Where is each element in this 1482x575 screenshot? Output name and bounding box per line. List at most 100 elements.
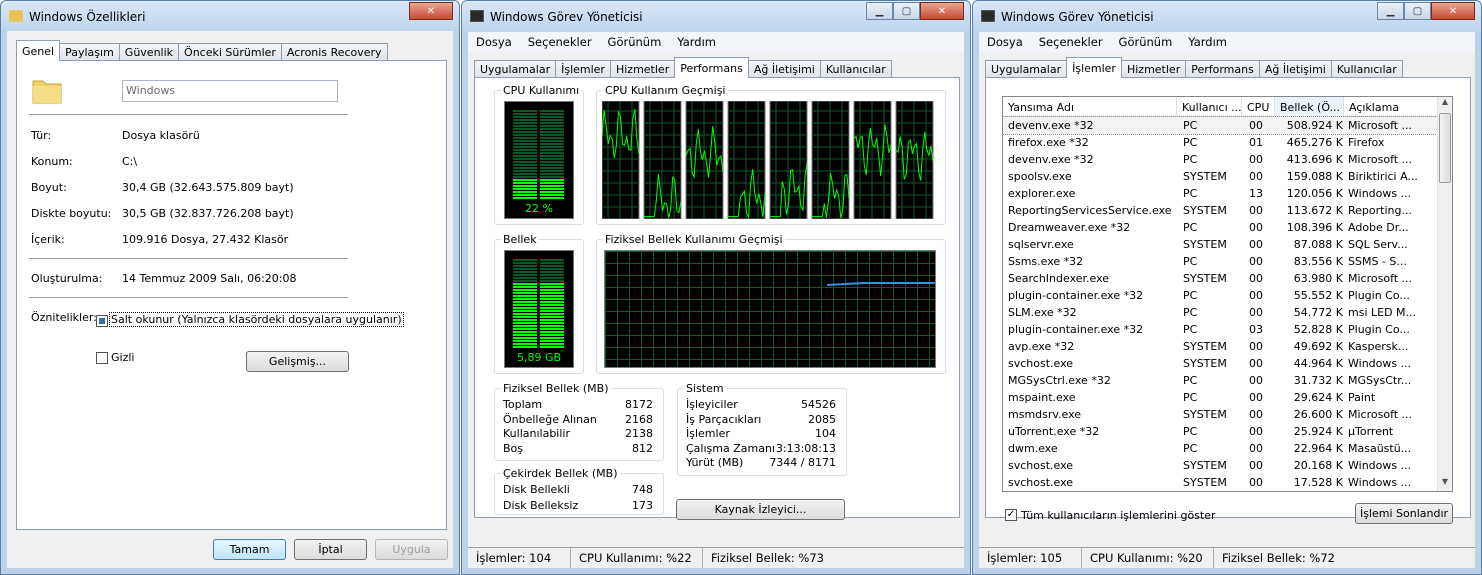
show-all-users-label[interactable]: Tüm kullanıcıların işlemlerini göster xyxy=(1021,509,1216,522)
table-row[interactable]: plugin-container.exe *32 PC 03 52.828 K Plug… xyxy=(1003,321,1439,338)
process-description: msi LED M... xyxy=(1348,306,1417,319)
menu-options[interactable]: Seçenekler xyxy=(1039,35,1103,49)
memory-meter-segment xyxy=(513,286,537,288)
show-all-users-checkbox[interactable]: ✓ xyxy=(1005,509,1017,521)
col-user[interactable]: Kullanıcı ... xyxy=(1177,97,1242,117)
tab-processes[interactable]: İşlemler xyxy=(555,60,611,78)
tab-services[interactable]: Hizmetler xyxy=(1120,60,1187,78)
tab-security[interactable]: Güvenlik xyxy=(118,43,180,61)
table-row[interactable]: explorer.exe PC 13 120.056 K Windows ... xyxy=(1003,185,1439,202)
properties-window: Windows Özellikleri ✕ Genel Paylaşım Güv… xyxy=(0,0,460,575)
process-user: SYSTEM xyxy=(1183,272,1227,285)
menu-file[interactable]: Dosya xyxy=(987,35,1023,49)
tab-users[interactable]: Kullanıcılar xyxy=(1330,60,1403,78)
col-cpu[interactable]: CPU xyxy=(1242,97,1275,117)
menu-help[interactable]: Yardım xyxy=(1188,35,1227,49)
col-memory[interactable]: Bellek (Ö... xyxy=(1275,97,1344,117)
tab-networking[interactable]: Ağ İletişimi xyxy=(747,60,821,78)
scroll-down-arrow-icon[interactable]: ▼ xyxy=(1438,477,1452,491)
close-button[interactable]: ✕ xyxy=(409,2,453,20)
system-title: Sistem xyxy=(684,382,726,395)
menu-view[interactable]: Görünüm xyxy=(608,35,662,49)
vertical-scrollbar[interactable]: ▲ ▼ xyxy=(1437,97,1452,491)
titlebar[interactable]: Windows Görev Yöneticisi ▁ ▢ ✕ xyxy=(462,1,970,31)
tab-processes[interactable]: İşlemler xyxy=(1066,57,1122,78)
hidden-checkbox[interactable] xyxy=(96,352,108,364)
table-row[interactable]: plugin-container.exe *32 PC 00 55.552 K Plug… xyxy=(1003,287,1439,304)
cpu-meter-segment xyxy=(540,137,564,139)
minimize-button[interactable]: ▁ xyxy=(1377,2,1404,20)
table-row[interactable]: SLM.exe *32 PC 00 54.772 K msi LED M... xyxy=(1003,304,1439,321)
col-description[interactable]: Açıklama xyxy=(1344,97,1439,117)
table-row[interactable]: SearchIndexer.exe SYSTEM 00 63.980 K Microso… xyxy=(1003,270,1439,287)
resource-monitor-button[interactable]: Kaynak İzleyici... xyxy=(676,499,845,520)
table-row[interactable]: devenv.exe *32 PC 00 413.696 K Microsoft ... xyxy=(1003,151,1439,168)
readonly-checkbox[interactable] xyxy=(96,315,108,327)
col-image-name[interactable]: Yansıma Adı xyxy=(1003,97,1177,117)
cpu-meter-segment xyxy=(513,116,537,118)
table-row[interactable]: svchost.exe SYSTEM 00 20.168 K Windows ... xyxy=(1003,457,1439,474)
table-row[interactable]: devenv.exe *32 PC 00 508.924 K Microsoft ... xyxy=(1003,116,1440,135)
table-row[interactable]: firefox.exe *32 PC 01 465.276 K Firefox xyxy=(1003,134,1439,151)
tab-previous-versions[interactable]: Önceki Sürümler xyxy=(178,43,282,61)
memory-history-graph xyxy=(604,250,936,368)
end-process-button[interactable]: İşlemi Sonlandır xyxy=(1355,503,1453,524)
menu-file[interactable]: Dosya xyxy=(476,35,512,49)
sys-uptime-value: 3:13:08:13 xyxy=(775,442,836,455)
process-memory: 22.964 K xyxy=(1293,442,1343,455)
table-row[interactable]: svchost.exe SYSTEM 00 17.528 K Windows ... xyxy=(1003,474,1439,491)
tab-applications[interactable]: Uygulamalar xyxy=(474,60,557,78)
table-row[interactable]: MGSysCtrl.exe *32 PC 00 31.732 K MGSysCtr... xyxy=(1003,372,1439,389)
tab-services[interactable]: Hizmetler xyxy=(609,60,676,78)
titlebar[interactable]: Windows Özellikleri ✕ xyxy=(1,1,459,31)
memory-meter-segment xyxy=(513,262,537,264)
table-row[interactable]: ReportingServicesService.exe SYSTEM 00 113.… xyxy=(1003,202,1439,219)
table-row[interactable]: msmdsrv.exe SYSTEM 00 26.600 K Microsoft ... xyxy=(1003,406,1439,423)
readonly-label[interactable]: Salt okunur (Yalnızca klasördeki dosyala… xyxy=(109,312,404,327)
cpu-meter-segment xyxy=(513,131,537,133)
folder-name-field[interactable]: Windows xyxy=(122,80,338,102)
process-cpu: 03 xyxy=(1249,323,1263,336)
cancel-button[interactable]: İptal xyxy=(294,539,367,560)
advanced-button[interactable]: Gelişmiş... xyxy=(246,351,349,372)
close-button[interactable]: ✕ xyxy=(920,2,964,20)
minimize-button[interactable]: ▁ xyxy=(866,2,893,20)
maximize-button[interactable]: ▢ xyxy=(1404,2,1431,20)
status-memory: Fiziksel Bellek: %73 xyxy=(711,551,824,565)
close-button[interactable]: ✕ xyxy=(1431,2,1475,20)
table-row[interactable]: spoolsv.exe SYSTEM 00 159.088 K Biriktirici … xyxy=(1003,168,1439,185)
tab-sharing[interactable]: Paylaşım xyxy=(59,43,120,61)
titlebar[interactable]: Windows Görev Yöneticisi ▁ ▢ ✕ xyxy=(973,1,1481,31)
tab-general[interactable]: Genel xyxy=(16,40,61,61)
status-cpu: CPU Kullanımı: %22 xyxy=(571,548,703,568)
tab-users[interactable]: Kullanıcılar xyxy=(819,60,892,78)
table-row[interactable]: Dreamweaver.exe *32 PC 00 108.396 K Adobe Dr… xyxy=(1003,219,1439,236)
tab-applications[interactable]: Uygulamalar xyxy=(985,60,1068,78)
tab-performance[interactable]: Performans xyxy=(674,57,749,78)
maximize-button[interactable]: ▢ xyxy=(893,2,920,20)
ok-button[interactable]: Tamam xyxy=(213,539,286,560)
tab-acronis-recovery[interactable]: Acronis Recovery xyxy=(280,43,388,61)
cpu-meter-segment xyxy=(513,158,537,160)
tab-performance[interactable]: Performans xyxy=(1185,60,1260,78)
scroll-up-arrow-icon[interactable]: ▲ xyxy=(1438,97,1452,111)
table-row[interactable]: mspaint.exe PC 00 29.624 K Paint xyxy=(1003,389,1439,406)
cpu-meter-segment xyxy=(513,155,537,157)
scroll-thumb[interactable] xyxy=(1439,113,1451,183)
hidden-label[interactable]: Gizli xyxy=(111,351,134,364)
tab-networking[interactable]: Ağ İletişimi xyxy=(1258,60,1332,78)
taskmgr-processes-window: Windows Görev Yöneticisi ▁ ▢ ✕ Dosya Seç… xyxy=(972,0,1482,575)
menu-options[interactable]: Seçenekler xyxy=(528,35,592,49)
table-row[interactable]: sqlservr.exe SYSTEM 00 87.088 K SQL Serv... xyxy=(1003,236,1439,253)
cpu-meter-segment xyxy=(513,149,537,151)
table-row[interactable]: uTorrent.exe *32 PC 00 25.924 K µTorrent xyxy=(1003,423,1439,440)
table-row[interactable]: dwm.exe PC 00 22.964 K Masaüstü... xyxy=(1003,440,1439,457)
process-cpu: 00 xyxy=(1249,476,1263,489)
table-row[interactable]: svchost.exe SYSTEM 00 44.964 K Windows ... xyxy=(1003,355,1439,372)
menu-help[interactable]: Yardım xyxy=(677,35,716,49)
menu-view[interactable]: Görünüm xyxy=(1119,35,1173,49)
table-row[interactable]: Ssms.exe *32 PC 00 83.556 K SSMS - S... xyxy=(1003,253,1439,270)
table-row[interactable]: avp.exe *32 SYSTEM 00 49.692 K Kaspersk... xyxy=(1003,338,1439,355)
process-description: Windows ... xyxy=(1348,357,1412,370)
apply-button[interactable]: Uygula xyxy=(375,539,448,560)
